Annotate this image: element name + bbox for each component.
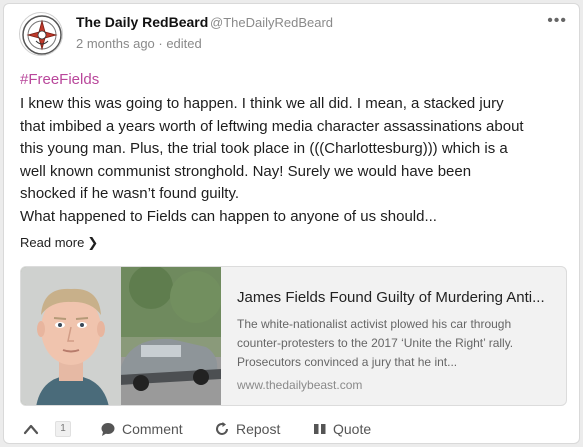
preview-description: The white-nationalist activist plowed hi… — [237, 317, 514, 369]
chevron-up-icon — [23, 424, 39, 435]
quote-label: Quote — [333, 421, 372, 437]
post-line: shocked if he wasn’t found guilty. — [20, 185, 240, 203]
repost-button[interactable]: Repost — [214, 418, 280, 440]
more-options-icon[interactable]: ••• — [547, 12, 567, 30]
post-line: I knew this was going to happen. I think… — [20, 95, 504, 112]
post-card: The Daily RedBeard @TheDailyRedBeard 2 m… — [3, 3, 580, 444]
repost-label: Repost — [236, 421, 281, 437]
author-handle[interactable]: @TheDailyRedBeard — [210, 15, 333, 30]
post-line: that imbibed a years worth of leftwing m… — [20, 117, 524, 135]
post-actions: 1 Comment Repost Quote — [4, 418, 581, 442]
preview-title[interactable]: James Fields Found Guilty of Murdering A… — [237, 289, 545, 306]
comment-label: Comment — [122, 421, 183, 437]
post-line: well known communist stronghold. Nay! Su… — [20, 162, 472, 180]
link-preview-card[interactable]: James Fields Found Guilty of Murdering A… — [20, 266, 567, 406]
hashtag-link[interactable]: #FreeFields — [20, 71, 99, 88]
read-more-label: Read more — [20, 235, 85, 250]
author-name[interactable]: The Daily RedBeard — [76, 14, 208, 30]
quote-icon — [314, 424, 326, 434]
preview-thumbnail — [21, 267, 221, 405]
author-avatar[interactable] — [19, 12, 63, 56]
post-timestamp: 2 months ago · edited — [76, 36, 202, 51]
vote-count: 1 — [55, 421, 71, 437]
preview-domain: www.thedailybeast.com — [237, 378, 363, 392]
redbeard-logo-icon — [22, 15, 62, 55]
read-more-link[interactable]: Read more ❯ — [20, 235, 98, 251]
chevron-right-icon: ❯ — [87, 235, 99, 250]
upvote-button[interactable]: 1 — [23, 418, 71, 440]
post-line: this young man. Plus, the trial took pla… — [20, 140, 508, 158]
comment-icon — [101, 423, 115, 436]
comment-button[interactable]: Comment — [100, 418, 183, 440]
repost-icon — [216, 422, 228, 435]
post-line: What happened to Fields can happen to an… — [20, 207, 437, 225]
post-body: I knew this was going to happen. I think… — [20, 93, 580, 229]
quote-button[interactable]: Quote — [313, 418, 371, 440]
